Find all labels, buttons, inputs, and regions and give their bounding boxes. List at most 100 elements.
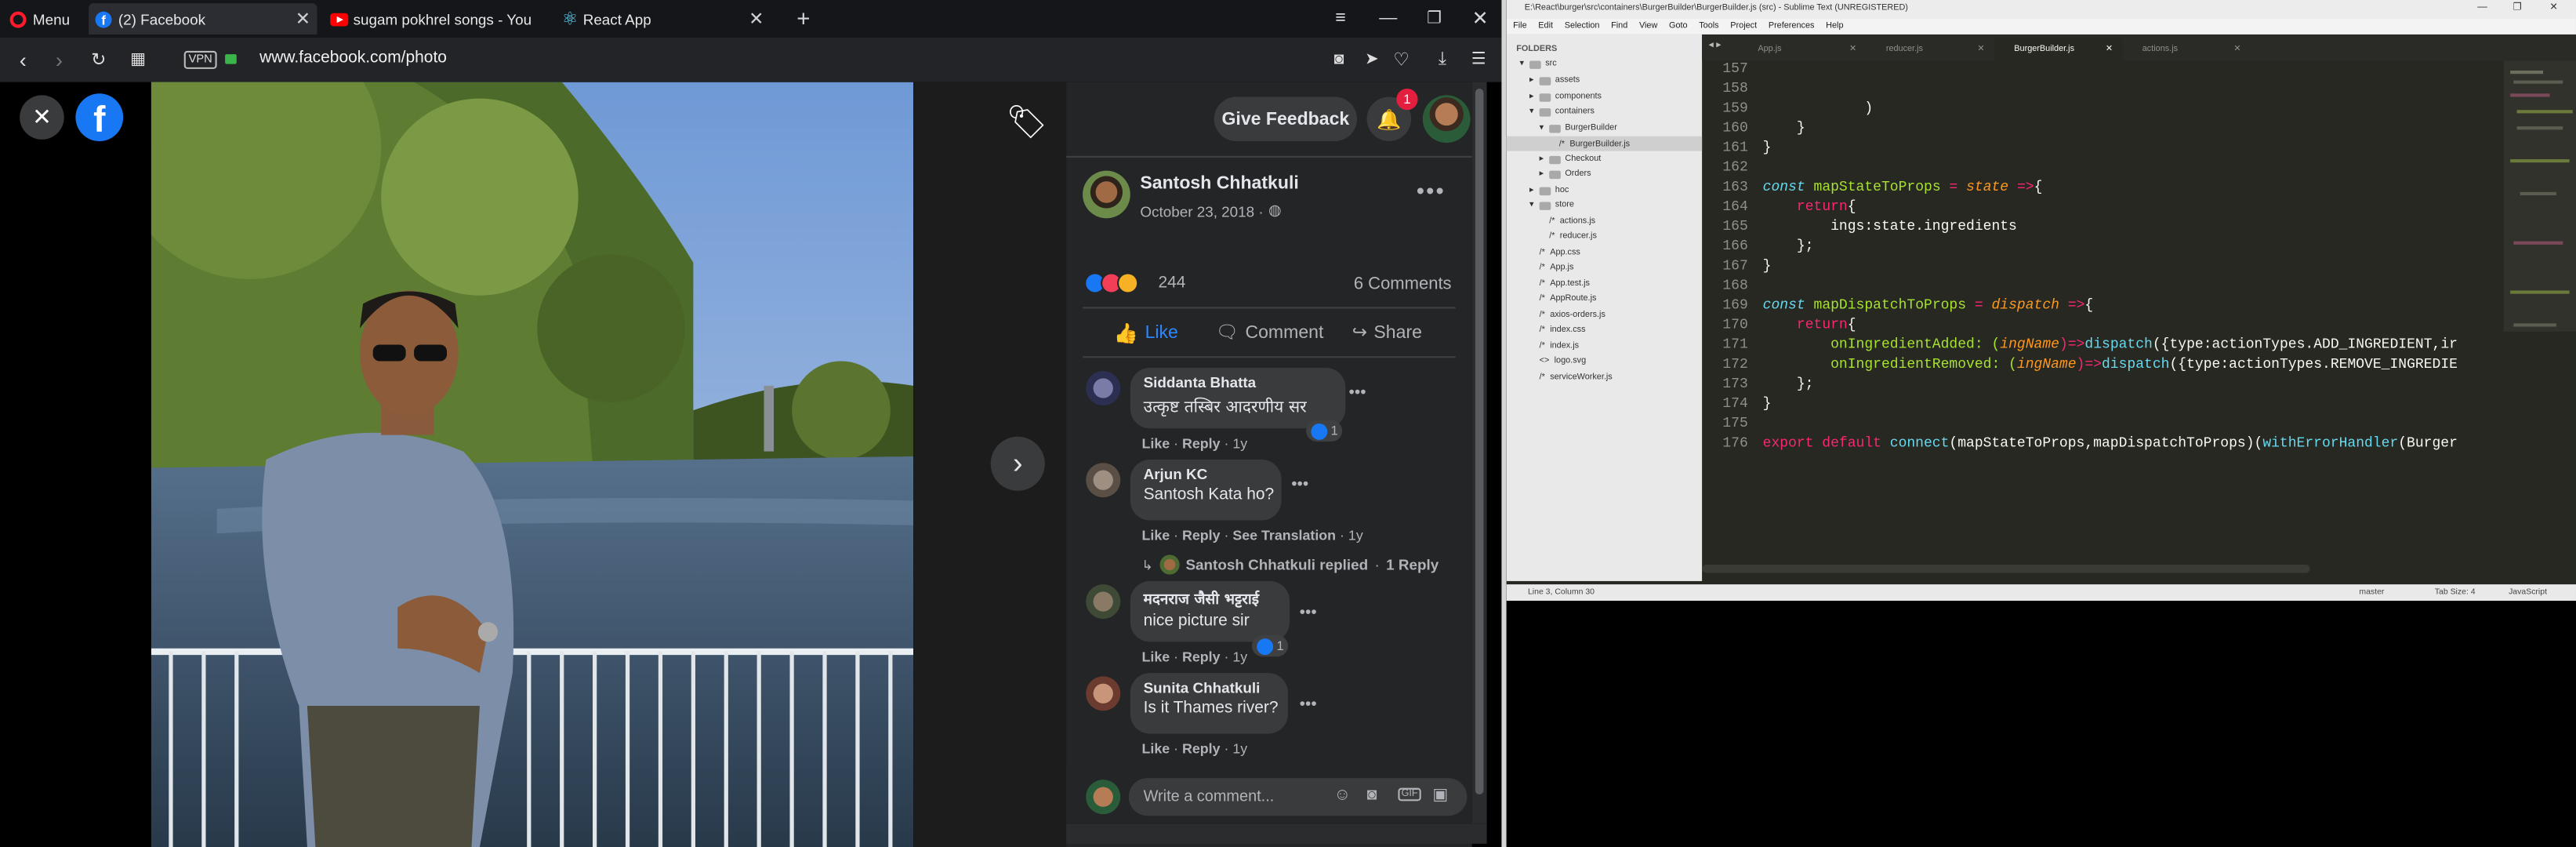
- commenter-name[interactable]: Arjun KC: [1144, 466, 1268, 482]
- file-app-test-js[interactable]: /* App.test.js: [1540, 279, 1590, 289]
- comment-like-link[interactable]: Like: [1141, 649, 1170, 665]
- emoji-icon[interactable]: ☺: [1334, 787, 1351, 805]
- minimap[interactable]: [2503, 60, 2576, 575]
- comment-like-link[interactable]: Like: [1141, 435, 1170, 452]
- tabs-grid-icon[interactable]: ▦: [126, 48, 149, 71]
- menu-preferences[interactable]: Preferences: [1769, 18, 1815, 35]
- comment-like-link[interactable]: Like: [1141, 527, 1170, 543]
- folder-components[interactable]: ▸ components: [1529, 92, 1602, 102]
- comment-options-icon[interactable]: •••: [1349, 384, 1366, 402]
- comment-options-icon[interactable]: •••: [1300, 604, 1317, 622]
- editor-hscrollbar[interactable]: [1702, 564, 2310, 573]
- folder-burgerbuilder[interactable]: ▾ BurgerBuilder: [1540, 123, 1617, 133]
- file-index-js[interactable]: /* index.js: [1540, 341, 1579, 351]
- page-scrollbar[interactable]: [1471, 82, 1487, 824]
- file-app-js[interactable]: /* App.js: [1540, 263, 1574, 273]
- tab-size[interactable]: Tab Size: 4: [2435, 584, 2476, 601]
- commenter-name[interactable]: Siddanta Bhatta: [1144, 374, 1333, 391]
- menu-goto[interactable]: Goto: [1669, 18, 1688, 35]
- folder-hoc[interactable]: ▸ hoc: [1529, 186, 1569, 196]
- commenter-name[interactable]: मदनराज जैसी भट्टराई: [1144, 587, 1277, 609]
- share-button[interactable]: ↪ Share: [1352, 322, 1422, 343]
- restore-icon[interactable]: ❐: [1423, 6, 1446, 29]
- file-reducer-js[interactable]: /* reducer.js: [1549, 231, 1597, 242]
- gif-icon[interactable]: GIF: [1398, 787, 1421, 802]
- comment-reactions[interactable]: 1: [1306, 420, 1344, 442]
- sublime-minimize-icon[interactable]: —: [2477, 0, 2487, 18]
- file-serviceworker-js[interactable]: /* serviceWorker.js: [1540, 373, 1613, 383]
- sticker-icon[interactable]: ▣: [1432, 787, 1448, 805]
- comment-reply-link[interactable]: Reply: [1182, 527, 1221, 543]
- reaction-icons[interactable]: [1084, 272, 1139, 294]
- new-tab-button[interactable]: +: [792, 5, 815, 31]
- sublime-restore-icon[interactable]: ❐: [2513, 0, 2522, 18]
- editor-tab-burgerbuilder-js[interactable]: BurgerBuilder.js ✕: [1994, 38, 2123, 61]
- account-avatar[interactable]: [1422, 95, 1471, 144]
- folder-store[interactable]: ▾ store: [1529, 200, 1574, 210]
- next-photo-button[interactable]: ›: [990, 436, 1045, 491]
- comment-time[interactable]: 1y: [1232, 649, 1247, 665]
- folder-containers[interactable]: ▾ containers: [1529, 107, 1595, 117]
- easy-setup-icon[interactable]: ☰: [1467, 48, 1489, 71]
- menu-edit[interactable]: Edit: [1538, 18, 1553, 35]
- commenter-name[interactable]: Sunita Chhatkuli: [1144, 680, 1275, 696]
- tab-close-icon[interactable]: ✕: [2233, 38, 2240, 60]
- file-approute-js[interactable]: /* AppRoute.js: [1540, 294, 1597, 304]
- tab-scroll-icon[interactable]: ◂ ▸: [1708, 39, 1721, 51]
- comment-like-link[interactable]: Like: [1141, 740, 1170, 757]
- file-burgerbuilder-js[interactable]: /* BurgerBuilder.js: [1506, 136, 1703, 151]
- download-icon[interactable]: ⤓: [1431, 48, 1453, 71]
- comment-options-icon[interactable]: •••: [1300, 696, 1317, 714]
- close-viewer-button[interactable]: ✕: [20, 95, 64, 140]
- menu-tools[interactable]: Tools: [1699, 18, 1718, 35]
- replies-link[interactable]: ↳ Santosh Chhatkuli replied · 1 Reply: [1141, 554, 1439, 575]
- tab-menu-icon[interactable]: ≡: [1329, 6, 1351, 29]
- like-button[interactable]: 👍 Like: [1114, 322, 1178, 344]
- opera-menu-button[interactable]: Menu: [9, 6, 70, 31]
- comment-options-icon[interactable]: •••: [1291, 476, 1308, 494]
- author-avatar[interactable]: [1083, 170, 1130, 219]
- file-axios-orders-js[interactable]: /* axios-orders.js: [1540, 311, 1605, 321]
- menu-help[interactable]: Help: [1826, 18, 1843, 35]
- comment-reactions[interactable]: 1: [1251, 634, 1289, 657]
- back-icon[interactable]: ‹: [12, 47, 34, 71]
- comment-button[interactable]: 🗨 Comment: [1216, 322, 1324, 343]
- comment-time[interactable]: 1y: [1232, 435, 1247, 452]
- camera-icon[interactable]: ◙: [1367, 787, 1377, 805]
- folder-orders[interactable]: ▸ Orders: [1540, 169, 1591, 180]
- post-options-icon[interactable]: •••: [1413, 177, 1449, 203]
- reaction-count[interactable]: 244: [1158, 274, 1185, 293]
- tab-close-icon[interactable]: ✕: [1849, 38, 1856, 60]
- give-feedback-button[interactable]: Give Feedback: [1214, 96, 1358, 141]
- sublime-close-icon[interactable]: ✕: [2549, 0, 2558, 18]
- see-translation-link[interactable]: See Translation: [1232, 527, 1336, 543]
- tab-facebook[interactable]: f (2) Facebook ✕: [89, 3, 317, 35]
- forward-icon[interactable]: ›: [48, 47, 71, 71]
- menu-file[interactable]: File: [1513, 18, 1527, 35]
- facebook-logo-icon[interactable]: f: [75, 93, 124, 141]
- send-icon[interactable]: ➤: [1360, 48, 1383, 71]
- close-tab-icon[interactable]: ✕: [296, 8, 310, 30]
- close-tab-icon[interactable]: ✕: [749, 8, 764, 30]
- tab-youtube[interactable]: sugam pokhrel songs - You: [327, 3, 555, 35]
- comment-reply-link[interactable]: Reply: [1182, 435, 1221, 452]
- post-date[interactable]: October 23, 2018 · ◍: [1140, 202, 1281, 220]
- tab-close-icon[interactable]: ✕: [2106, 38, 2113, 60]
- commenter-avatar[interactable]: [1086, 463, 1121, 498]
- url-text[interactable]: www.facebook.com/photo: [259, 49, 447, 67]
- editor-tab-actions-js[interactable]: actions.js ✕: [2123, 38, 2251, 60]
- tag-photo-icon[interactable]: 🏷: [1006, 100, 1048, 143]
- file-logo-svg[interactable]: <> logo.svg: [1540, 356, 1586, 366]
- minimize-icon[interactable]: —: [1377, 6, 1399, 29]
- folder-assets[interactable]: ▸ assets: [1529, 75, 1580, 85]
- git-branch[interactable]: master: [2359, 584, 2384, 601]
- commenter-avatar[interactable]: [1086, 584, 1121, 620]
- tab-close-icon[interactable]: ✕: [1977, 38, 1984, 60]
- heart-icon[interactable]: ♡: [1390, 48, 1413, 71]
- comment-time[interactable]: 1y: [1232, 740, 1247, 757]
- menu-project[interactable]: Project: [1730, 18, 1757, 35]
- tab-react-app[interactable]: ⚛ React App ✕: [562, 3, 790, 35]
- vpn-badge[interactable]: VPN: [183, 50, 217, 69]
- menu-selection[interactable]: Selection: [1565, 18, 1600, 35]
- file-app-css[interactable]: /* App.css: [1540, 248, 1580, 258]
